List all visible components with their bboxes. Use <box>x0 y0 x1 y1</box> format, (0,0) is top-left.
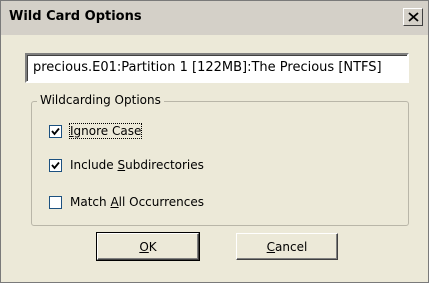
cancel-button-label: Cancel <box>266 239 308 254</box>
match-all-occurrences-checkbox[interactable] <box>49 195 62 209</box>
ok-button-label: OK <box>139 239 157 254</box>
include-subdirectories-checkbox[interactable] <box>49 158 62 172</box>
dialog-window: Wild Card Options precious.E01:Partition… <box>0 0 429 283</box>
include-subdirectories-label: Include Subdirectories <box>70 158 204 172</box>
ignore-case-label: Ignore Case <box>68 123 143 139</box>
title-bar[interactable]: Wild Card Options <box>1 1 428 35</box>
match-all-occurrences-label: Match All Occurrences <box>70 195 204 209</box>
window-title: Wild Card Options <box>9 9 142 24</box>
ok-button[interactable]: OK <box>96 232 200 261</box>
cancel-button[interactable]: Cancel <box>236 233 338 260</box>
path-field[interactable]: precious.E01:Partition 1 [122MB]:The Pre… <box>25 53 409 83</box>
match-all-occurrences-option[interactable]: Match All Occurrences <box>49 193 204 211</box>
ignore-case-checkbox[interactable] <box>49 124 62 138</box>
include-subdirectories-option[interactable]: Include Subdirectories <box>49 156 204 174</box>
group-legend: Wildcarding Options <box>37 93 164 107</box>
close-button[interactable] <box>403 8 423 26</box>
ignore-case-option[interactable]: Ignore Case <box>49 122 143 140</box>
